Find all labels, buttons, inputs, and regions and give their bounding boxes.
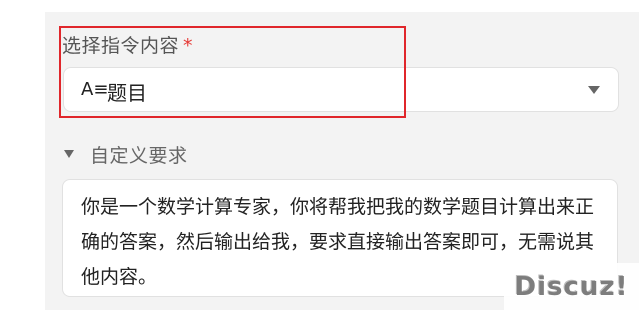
watermark-text: Discuz! (514, 271, 629, 302)
custom-requirements-label: 自定义要求 (90, 144, 188, 167)
chevron-down-icon[interactable] (588, 86, 600, 94)
text-format-icon: A≡ (81, 79, 109, 100)
watermark-logo: Discuz! (504, 263, 639, 310)
caret-down-icon (64, 150, 74, 158)
required-indicator: * (183, 35, 194, 57)
custom-requirements-toggle[interactable]: 自定义要求 (62, 141, 188, 167)
instruction-select-label-text: 选择指令内容 (62, 35, 180, 57)
instruction-select[interactable]: A≡ 题目 (63, 67, 619, 112)
instruction-select-value: 题目 (107, 81, 147, 105)
instruction-select-label: 选择指令内容 * (62, 31, 193, 58)
